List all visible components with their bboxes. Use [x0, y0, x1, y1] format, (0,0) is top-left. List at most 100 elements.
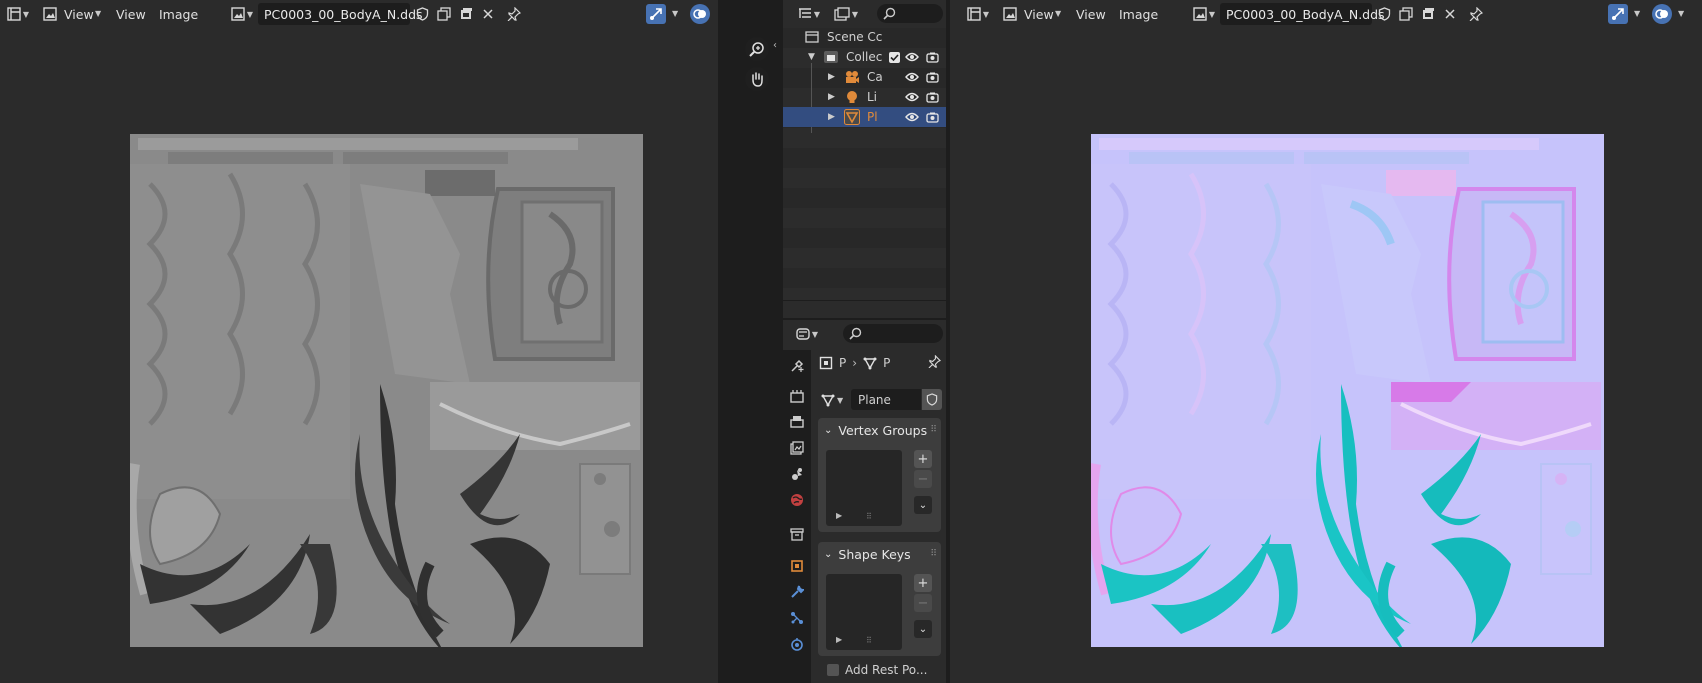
chevron-down-icon: ▼	[1055, 9, 1062, 18]
tab-output[interactable]	[787, 412, 807, 432]
browse-image-button[interactable]: ▼	[1190, 4, 1218, 24]
chevron-down-icon[interactable]: ▼	[672, 9, 678, 18]
tab-collection[interactable]	[787, 524, 807, 544]
display-mode-button[interactable]: ▼	[831, 4, 861, 24]
add-vertex-group-button[interactable]: +	[914, 450, 932, 468]
sidebar-toggle[interactable]: ‹	[773, 40, 777, 51]
outliner-row-scene-collection[interactable]: Scene Cc	[783, 27, 946, 47]
outliner-search-input[interactable]	[877, 4, 943, 23]
mesh-datablock-selector[interactable]: ▼	[821, 390, 851, 410]
expand-arrow-icon[interactable]: ▼	[808, 52, 815, 62]
tab-modifiers[interactable]	[787, 582, 807, 602]
vertex-group-specials-button[interactable]: ⌄	[914, 496, 932, 514]
chevron-down-icon[interactable]: ▼	[1678, 9, 1684, 18]
visibility-toggle[interactable]	[905, 110, 919, 124]
fake-user-button[interactable]	[1374, 4, 1394, 24]
pan-gizmo-button[interactable]	[745, 67, 769, 91]
camera-render-icon	[925, 72, 939, 83]
tab-world[interactable]	[787, 490, 807, 510]
visibility-toggle[interactable]	[905, 50, 919, 64]
resize-grip-icon[interactable]: ⠿	[866, 512, 872, 521]
unlink-image-button[interactable]	[1440, 4, 1460, 24]
pin-button[interactable]	[1466, 4, 1486, 24]
view-mode-dropdown[interactable]: View	[58, 4, 100, 24]
expand-arrow-icon[interactable]: ▶	[836, 511, 842, 520]
mesh-name-field[interactable]: Plane	[851, 389, 921, 410]
fake-user-button[interactable]	[922, 389, 942, 410]
vertex-groups-list[interactable]: ▶ ⠿	[826, 450, 902, 526]
add-shape-key-button[interactable]: +	[914, 574, 932, 592]
outliner-row-collection[interactable]: ▼ Collec	[783, 47, 946, 67]
image-name-field[interactable]: PC0003_00_BodyA_N.dds	[258, 3, 423, 25]
gizmo-toggle[interactable]	[646, 4, 666, 24]
eye-icon	[905, 92, 919, 102]
remove-shape-key-button[interactable]: −	[914, 594, 932, 612]
vertex-groups-title: Vertex Groups	[838, 422, 928, 438]
shape-key-specials-button[interactable]: ⌄	[914, 620, 932, 638]
duplicate-image-button[interactable]	[434, 4, 454, 24]
image-name-field[interactable]: PC0003_00_BodyA_N.dds	[1220, 3, 1385, 25]
view-mode-button[interactable]	[1000, 4, 1020, 24]
resize-grip-icon[interactable]: ⠿	[866, 636, 872, 645]
overlay-toggle[interactable]	[690, 4, 710, 24]
outliner-icon	[798, 8, 811, 18]
tab-object[interactable]	[787, 556, 807, 576]
overlay-toggle[interactable]	[1652, 4, 1672, 24]
outliner-row-camera[interactable]: ▶ Ca	[783, 63, 946, 133]
tab-particles[interactable]	[787, 608, 807, 628]
remove-vertex-group-button[interactable]: −	[914, 470, 932, 488]
expand-arrow-icon[interactable]: ▶	[828, 112, 835, 122]
view-menu[interactable]: View	[1070, 4, 1112, 24]
shape-keys-header[interactable]: ⌄ Shape Keys ⠿	[818, 542, 941, 566]
tab-physics[interactable]	[787, 634, 807, 654]
view-mode-dropdown[interactable]: View	[1018, 4, 1060, 24]
new-image-button[interactable]	[456, 4, 476, 24]
tab-scene[interactable]	[787, 464, 807, 484]
view-mode-button[interactable]	[40, 4, 60, 24]
render-toggle[interactable]	[925, 90, 939, 104]
outliner: ▼ ▼ Scene Cc ▼ Collec ▶ Ca ▶ Li ▶ Pl	[783, 0, 946, 318]
image-menu[interactable]: Image	[153, 4, 204, 24]
new-image-icon	[1423, 8, 1434, 19]
search-icon	[883, 7, 896, 20]
drag-handle-icon[interactable]: ⠿	[930, 425, 937, 435]
outliner-row-plane[interactable]: ▶ Pl	[783, 107, 946, 127]
tab-tool[interactable]	[787, 356, 807, 376]
eye-icon	[905, 52, 919, 62]
fake-user-button[interactable]	[412, 4, 432, 24]
properties-editor-type[interactable]: ▼	[793, 324, 821, 344]
properties-search-input[interactable]	[843, 324, 943, 343]
camera-render-icon	[925, 52, 939, 63]
visibility-toggle[interactable]	[905, 90, 919, 104]
gizmo-toggle[interactable]	[1608, 4, 1628, 24]
vertex-groups-header[interactable]: ⌄ Vertex Groups ⠿	[818, 418, 941, 442]
outliner-editor-type[interactable]: ▼	[795, 4, 823, 24]
expand-arrow-icon[interactable]: ▶	[828, 72, 835, 82]
tab-view-layer[interactable]	[787, 438, 807, 458]
render-toggle[interactable]	[925, 70, 939, 84]
pin-button[interactable]	[928, 354, 942, 371]
editor-type-button[interactable]: ▼	[4, 4, 32, 24]
image-menu[interactable]: Image	[1113, 4, 1164, 24]
duplicate-icon	[437, 7, 451, 21]
editor-type-button[interactable]: ▼	[964, 4, 992, 24]
exclude-checkbox[interactable]	[887, 50, 901, 64]
expand-arrow-icon[interactable]: ▶	[828, 92, 835, 102]
chevron-down-icon[interactable]: ▼	[1634, 9, 1640, 18]
add-rest-position-checkbox[interactable]: Add Rest Po...	[827, 663, 927, 677]
tab-render[interactable]	[787, 386, 807, 406]
render-toggle[interactable]	[925, 50, 939, 64]
outliner-row-light[interactable]: ▶ Li	[783, 87, 946, 107]
view-menu[interactable]: View	[110, 4, 152, 24]
pin-button[interactable]	[504, 4, 524, 24]
duplicate-image-button[interactable]	[1396, 4, 1416, 24]
expand-arrow-icon[interactable]: ▶	[836, 635, 842, 644]
new-image-button[interactable]	[1418, 4, 1438, 24]
zoom-gizmo-button[interactable]	[745, 37, 769, 61]
browse-image-button[interactable]: ▼	[228, 4, 256, 24]
shape-keys-list[interactable]: ▶ ⠿	[826, 574, 902, 650]
visibility-toggle[interactable]	[905, 70, 919, 84]
render-toggle[interactable]	[925, 110, 939, 124]
drag-handle-icon[interactable]: ⠿	[930, 549, 937, 559]
unlink-image-button[interactable]	[478, 4, 498, 24]
